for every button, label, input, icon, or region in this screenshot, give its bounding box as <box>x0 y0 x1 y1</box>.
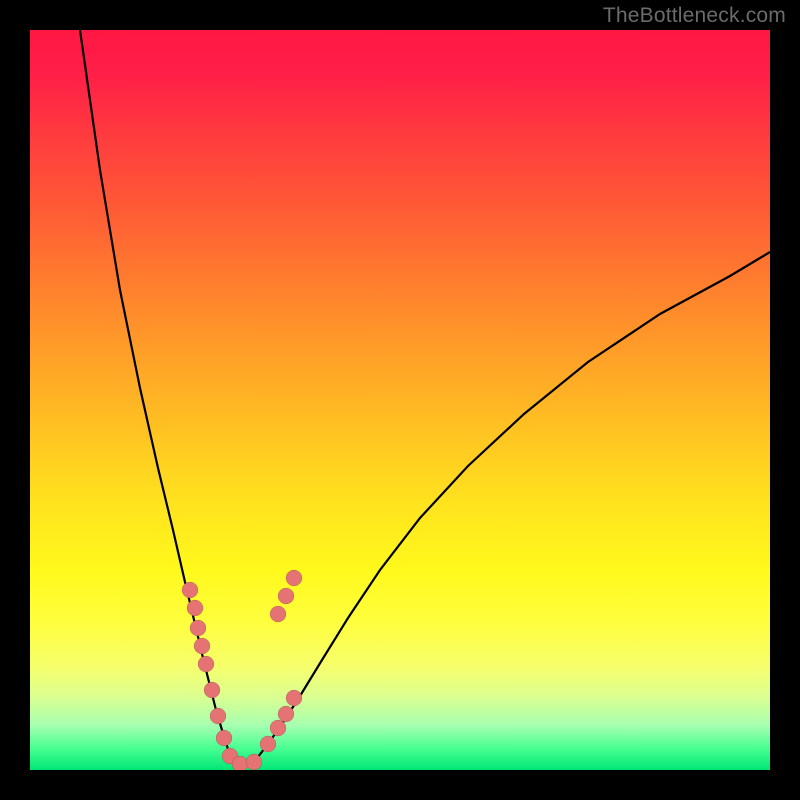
data-dot <box>278 588 294 604</box>
chart-frame: TheBottleneck.com <box>0 0 800 800</box>
data-dot <box>210 708 226 724</box>
data-dot <box>204 682 220 698</box>
data-dot <box>286 690 302 706</box>
data-dot <box>232 756 248 770</box>
data-dot <box>198 656 214 672</box>
data-dot <box>270 606 286 622</box>
data-dot <box>270 720 286 736</box>
data-dot <box>246 754 262 770</box>
data-dots <box>182 570 302 770</box>
chart-svg <box>30 30 770 770</box>
data-dot <box>216 730 232 746</box>
data-dot <box>182 582 198 598</box>
data-dot <box>194 638 210 654</box>
plot-area <box>30 30 770 770</box>
data-dot <box>260 736 276 752</box>
data-dot <box>187 600 203 616</box>
watermark-text: TheBottleneck.com <box>603 4 786 28</box>
data-dot <box>278 706 294 722</box>
curve-right-arm <box>254 252 770 762</box>
data-dot <box>286 570 302 586</box>
data-dot <box>190 620 206 636</box>
